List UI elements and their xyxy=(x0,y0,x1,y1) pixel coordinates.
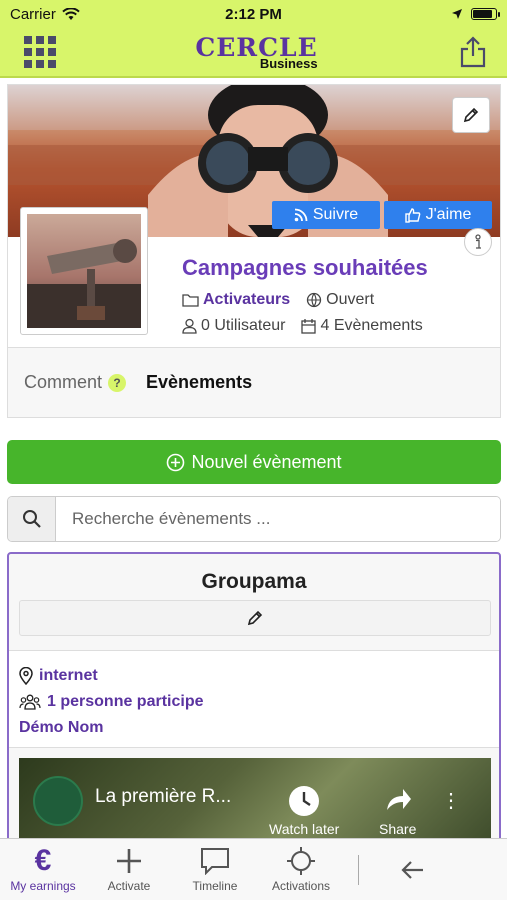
thumbs-up-icon xyxy=(404,208,420,223)
user-icon xyxy=(182,318,197,334)
plus-circle-icon xyxy=(167,453,185,471)
arrow-left-icon xyxy=(401,860,423,879)
crosshair-icon xyxy=(287,847,315,875)
new-event-label: Nouvel évènement xyxy=(191,451,342,472)
tab-comment-label: Comment xyxy=(24,372,103,392)
share-icon[interactable] xyxy=(457,35,489,69)
group-title: Campagnes souhaitées xyxy=(182,255,428,280)
share-video-label: Share xyxy=(379,821,417,837)
event-organizer-row: Démo Nom xyxy=(19,715,489,741)
events-count: 4 Evènements xyxy=(320,317,423,334)
channel-logo xyxy=(33,776,83,826)
bottom-tab-bar: € My earnings Activate Timeline Activati… xyxy=(0,838,507,900)
tab-divider xyxy=(358,854,359,885)
watch-later-button[interactable]: Watch later xyxy=(269,784,339,837)
like-button[interactable]: J'aime xyxy=(384,201,492,229)
location-arrow-icon xyxy=(452,9,462,19)
video-title: La première R... xyxy=(95,786,232,807)
calendar-icon xyxy=(301,319,317,334)
share-video-button[interactable]: Share xyxy=(379,784,416,837)
tab-timeline[interactable]: Timeline xyxy=(172,839,258,900)
euro-icon: € xyxy=(34,844,52,877)
status-bar: Carrier 2:12 PM xyxy=(0,0,507,28)
visibility-label: Ouvert xyxy=(326,291,375,308)
share-arrow-icon xyxy=(386,789,411,810)
grid-menu-icon[interactable] xyxy=(24,36,56,68)
event-info: internet 1 personne participe Démo Nom xyxy=(9,650,499,748)
globe-icon xyxy=(307,292,322,308)
category-link[interactable]: Activateurs xyxy=(203,291,290,309)
telescope-illustration xyxy=(27,239,141,328)
group-avatar xyxy=(20,207,148,335)
main-content: Suivre J'aime Campagnes souhaitées Activ… xyxy=(0,80,507,838)
event-participants[interactable]: 1 personne participe xyxy=(47,693,204,711)
tab-timeline-label: Timeline xyxy=(192,879,238,893)
tab-activate[interactable]: Activate xyxy=(86,839,172,900)
chat-bubble-icon xyxy=(201,848,229,875)
info-button[interactable] xyxy=(464,228,492,256)
app-logo: CERCLE Business xyxy=(195,35,317,70)
event-location-row: internet xyxy=(19,663,489,689)
help-icon[interactable]: ? xyxy=(108,373,127,392)
back-button[interactable] xyxy=(373,839,453,900)
group-profile-card: Suivre J'aime Campagnes souhaitées Activ… xyxy=(7,84,501,418)
carrier-label: Carrier xyxy=(10,5,56,23)
edit-event-button[interactable] xyxy=(19,600,491,636)
tab-activate-label: Activate xyxy=(107,879,151,893)
watch-later-label: Watch later xyxy=(269,821,340,837)
tab-events[interactable]: Evènements xyxy=(146,372,252,393)
tab-comment[interactable]: Comment ? xyxy=(24,372,127,393)
search-icon xyxy=(22,510,41,528)
info-icon xyxy=(475,234,481,249)
folder-icon xyxy=(182,294,199,307)
tab-activations[interactable]: Activations xyxy=(258,839,344,900)
rss-icon xyxy=(294,208,308,222)
new-event-button[interactable]: Nouvel évènement xyxy=(7,440,501,484)
tab-activations-label: Activations xyxy=(271,879,331,893)
map-pin-icon xyxy=(19,667,33,685)
clock-icon xyxy=(289,786,320,816)
event-title: Groupama xyxy=(201,570,307,593)
meta-row-stats: 0 Utilisateur 4 Evènements xyxy=(182,317,423,335)
tab-my-earnings-label: My earnings xyxy=(10,879,76,893)
pencil-icon xyxy=(247,610,263,626)
search-button[interactable] xyxy=(8,497,56,541)
users-group-icon xyxy=(19,694,41,710)
profile-tabs: Comment ? Evènements xyxy=(8,347,500,417)
follow-button[interactable]: Suivre xyxy=(272,201,380,229)
event-participants-row: 1 personne participe xyxy=(19,689,489,715)
pencil-icon xyxy=(463,107,479,123)
event-card[interactable]: Groupama internet 1 personne participe D… xyxy=(7,552,501,838)
status-right xyxy=(451,8,500,20)
event-video[interactable]: La première R... Watch later Share ⋮ xyxy=(19,758,491,838)
like-label: J'aime xyxy=(425,206,472,223)
more-options-icon[interactable]: ⋮ xyxy=(441,788,461,813)
meta-row-category: Activateurs Ouvert xyxy=(182,291,374,309)
tab-my-earnings[interactable]: € My earnings xyxy=(0,839,86,900)
plus-icon xyxy=(117,849,141,873)
battery-icon xyxy=(471,8,500,20)
event-search xyxy=(7,496,501,542)
wifi-icon xyxy=(62,7,80,20)
follow-label: Suivre xyxy=(312,206,359,223)
status-left: Carrier xyxy=(10,6,80,23)
search-input[interactable] xyxy=(56,497,500,541)
event-organizer[interactable]: Démo Nom xyxy=(19,719,103,737)
nav-bar: CERCLE Business xyxy=(0,28,507,78)
event-location[interactable]: internet xyxy=(39,667,98,685)
edit-cover-button[interactable] xyxy=(452,97,490,133)
users-count: 0 Utilisateur xyxy=(201,317,286,334)
